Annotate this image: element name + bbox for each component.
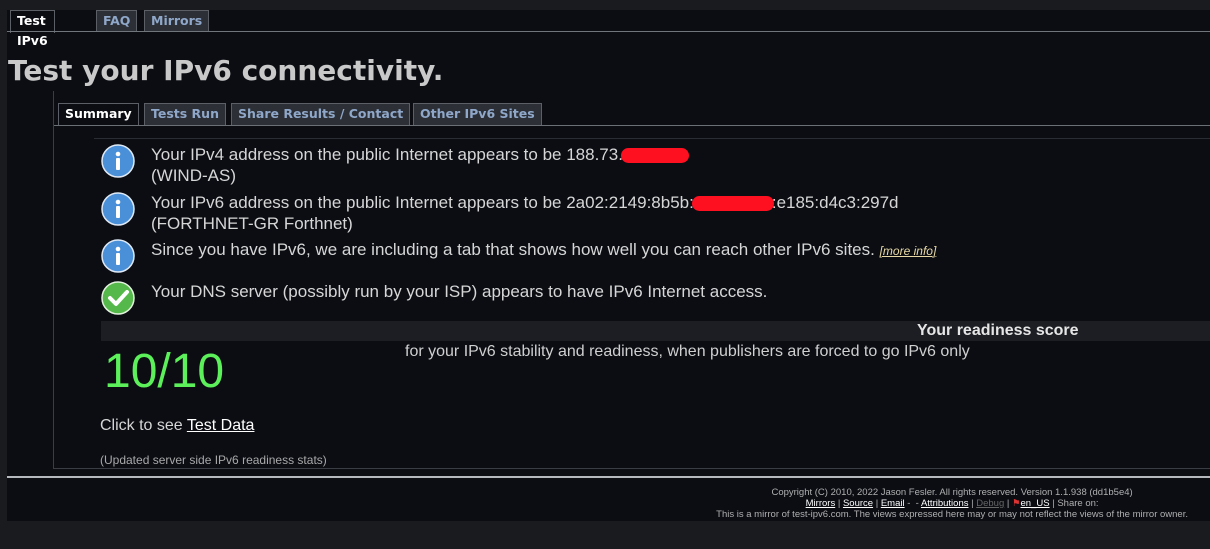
footer-link-mirrors[interactable]: Mirrors	[806, 498, 836, 509]
tab-tests-run[interactable]: Tests Run	[144, 103, 226, 125]
tab-faq[interactable]: FAQ	[96, 10, 138, 32]
test-data-line: Click to see Test Data	[100, 417, 254, 435]
tab-mirrors[interactable]: Mirrors	[144, 10, 210, 32]
content-divider	[94, 138, 1210, 139]
page-title: Test your IPv6 connectivity.	[8, 54, 444, 87]
footer-divider	[7, 476, 1210, 478]
dns-message: Your DNS server (possibly run by your IS…	[151, 282, 768, 301]
ipv6-tab-notice: Since you have IPv6, we are including a …	[151, 239, 936, 262]
tab-divider	[7, 31, 1210, 32]
test-data-link[interactable]: Test Data	[187, 417, 255, 434]
flag-icon: ⚑	[1011, 498, 1021, 509]
copyright-text: Copyright (C) 2010, 2022 Jason Fesler. A…	[771, 487, 1133, 498]
readiness-score-header: Your readiness score	[101, 321, 1210, 341]
ipv4-message: Your IPv4 address on the public Internet…	[151, 144, 689, 186]
tab-share-results[interactable]: Share Results / Contact	[231, 103, 411, 125]
page: Test IPv6 FAQ Mirrors Test your IPv6 con…	[7, 10, 1210, 521]
readiness-score-description: for your IPv6 stability and readiness, w…	[405, 343, 970, 360]
more-info-link[interactable]: [more info]	[880, 244, 937, 258]
share-label: Share on:	[1057, 498, 1099, 509]
ipv6-asn: (FORTHNET-GR Forthnet)	[151, 214, 353, 233]
redaction-mark	[620, 148, 689, 164]
results-panel: Summary Tests Run Share Results / Contac…	[53, 91, 1210, 469]
mirror-note: This is a mirror of test-ipv6.com. The v…	[716, 509, 1188, 520]
tab-test-ipv6[interactable]: Test IPv6	[10, 10, 55, 48]
checkmark-icon	[101, 281, 135, 315]
inner-tab-divider	[54, 125, 1210, 126]
footer-link-locale[interactable]: en_US	[1021, 498, 1050, 509]
tab-notice-text: Since you have IPv6, we are including a …	[151, 240, 875, 259]
ipv6-address-suffix: :e185:d4c3:297d	[771, 193, 899, 212]
updated-stats-note: (Updated server side IPv6 readiness stat…	[100, 453, 327, 467]
readiness-score-value: 10/10	[104, 345, 225, 398]
readiness-score-label: Your readiness score	[917, 322, 1079, 339]
ipv6-address-text: Your IPv6 address on the public Internet…	[151, 193, 694, 212]
footer-link-source[interactable]: Source	[843, 498, 873, 509]
footer: Copyright (C) 2010, 2022 Jason Fesler. A…	[716, 487, 1188, 520]
info-icon	[101, 239, 135, 273]
test-data-prefix: Click to see	[100, 417, 183, 434]
footer-link-email[interactable]: Email	[881, 498, 905, 509]
tab-summary[interactable]: Summary	[58, 103, 139, 126]
ipv4-address-text: Your IPv4 address on the public Internet…	[151, 145, 623, 164]
tab-other-ipv6-sites[interactable]: Other IPv6 Sites	[413, 103, 542, 125]
redaction-mark	[691, 196, 774, 212]
info-icon	[101, 192, 135, 226]
footer-link-debug[interactable]: Debug	[976, 498, 1004, 509]
ipv6-message: Your IPv6 address on the public Internet…	[151, 192, 899, 234]
footer-links: Mirrors | Source | Email - - Attribution…	[805, 498, 1099, 509]
ipv4-asn: (WIND-AS)	[151, 166, 236, 185]
info-icon	[101, 144, 135, 178]
footer-link-attributions[interactable]: Attributions	[921, 498, 969, 509]
